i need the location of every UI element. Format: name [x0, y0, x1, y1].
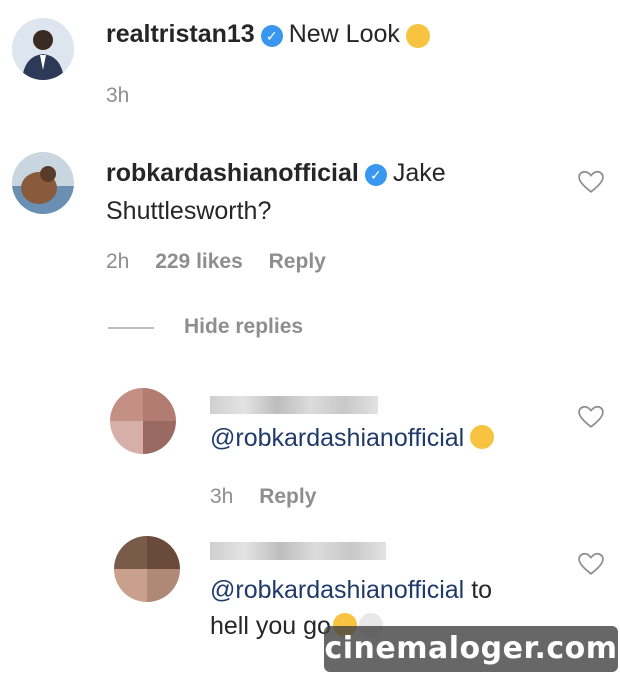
winking-face-emoji	[405, 23, 430, 48]
comment-reply-button[interactable]: Reply	[269, 250, 326, 273]
post-author-avatar[interactable]	[12, 18, 74, 80]
heart-outline-icon[interactable]	[578, 552, 604, 576]
post-caption-row: realtristan13 ✓ New Look	[106, 20, 430, 51]
post-username[interactable]: realtristan13	[106, 20, 255, 48]
blurred-avatar-icon	[114, 536, 180, 602]
reply-avatar[interactable]	[110, 388, 176, 454]
reply-avatar[interactable]	[114, 536, 180, 602]
comment-likes[interactable]: 229 likes	[155, 250, 243, 273]
reply-text-after-mention: to	[471, 576, 493, 604]
watermark-label: cinemaloger.com	[324, 626, 618, 672]
post-caption: New Look	[288, 20, 400, 48]
reply-text-line2: hell you go	[210, 612, 331, 640]
comment-username[interactable]: robkardashianofficial	[106, 159, 359, 187]
reply-mention[interactable]: @robkardashianofficial	[210, 576, 464, 604]
hide-replies-button[interactable]: Hide replies	[184, 315, 303, 339]
person-photo-icon	[12, 152, 74, 214]
reply-meta-row: 3h Reply	[210, 485, 316, 509]
comment-meta-row: 2h 229 likes Reply	[106, 250, 326, 274]
verified-badge-icon: ✓	[260, 24, 283, 47]
commenter-avatar[interactable]	[12, 152, 74, 214]
post-time: 3h	[106, 84, 130, 107]
reply-username-blurred	[210, 396, 378, 414]
heart-outline-icon[interactable]	[578, 405, 604, 429]
verified-badge-icon: ✓	[364, 163, 387, 186]
comment-time: 2h	[106, 250, 130, 273]
loudly-crying-face-emoji	[470, 425, 495, 450]
comment-text-line2: Shuttlesworth?	[106, 197, 272, 225]
reply-mention[interactable]: @robkardashianofficial	[210, 424, 464, 452]
hide-replies-divider	[108, 327, 154, 329]
reply-text: @robkardashianofficial	[210, 424, 495, 453]
reply-time: 3h	[210, 485, 234, 508]
reply-reply-button[interactable]: Reply	[259, 485, 316, 508]
heart-outline-icon[interactable]	[578, 170, 604, 194]
reply-username-blurred	[210, 542, 386, 560]
comment-text-line1: Jake	[392, 159, 446, 187]
person-silhouette-icon	[12, 18, 74, 80]
blurred-avatar-icon	[110, 388, 176, 454]
comment-text: robkardashianofficial ✓ Jake Shuttlesworth…	[106, 156, 566, 232]
